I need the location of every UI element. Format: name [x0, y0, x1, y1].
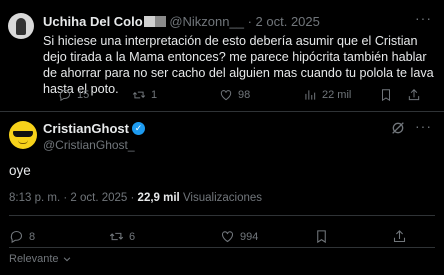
chevron-down-icon	[63, 257, 70, 262]
main-tweet: CristianGhost ✓ @CristianGhost_ ··· oye …	[0, 112, 444, 275]
bookmark-button[interactable]	[314, 229, 329, 244]
main-author-name[interactable]: CristianGhost	[43, 121, 129, 136]
sort-label: Relevante	[9, 253, 59, 265]
views-count: 22 mil	[322, 89, 352, 101]
reply-author-name[interactable]: Uchiha Del Colo	[43, 14, 143, 29]
sort-replies-dropdown[interactable]: Relevante	[9, 253, 72, 265]
repost-icon	[132, 91, 146, 99]
share-icon	[408, 89, 420, 101]
repost-button[interactable]: 6	[109, 229, 135, 244]
verified-badge-icon: ✓	[131, 122, 145, 135]
share-button[interactable]	[392, 229, 407, 244]
bookmark-icon	[317, 230, 326, 244]
separator-dot: ·	[63, 192, 68, 204]
redacted-block	[143, 16, 155, 27]
like-count: 994	[240, 230, 259, 243]
more-options-icon[interactable]: ···	[415, 118, 432, 134]
tweet-views-count: 22,9 mil	[137, 192, 180, 204]
repost-count: 1	[151, 89, 158, 101]
heart-icon	[221, 231, 234, 243]
bookmark-button[interactable]	[379, 88, 393, 102]
views-chart-icon	[305, 90, 316, 100]
repost-count: 6	[129, 230, 136, 243]
share-icon	[393, 230, 406, 243]
reply-date[interactable]: 2 oct. 2025	[256, 14, 320, 29]
like-button[interactable]: 98	[219, 88, 250, 102]
tweet-text: oye	[9, 163, 31, 178]
tweet-date[interactable]: 2 oct. 2025	[70, 192, 127, 204]
comment-icon	[10, 230, 22, 244]
reply-count: 8	[29, 230, 36, 243]
grok-icon[interactable]	[390, 120, 406, 136]
reply-author-avatar[interactable]	[8, 13, 34, 39]
share-button[interactable]	[407, 88, 421, 102]
reply-author-handle[interactable]: @Nikzonn__	[169, 14, 244, 29]
like-count: 98	[238, 89, 251, 101]
tweet-meta: 8:13 p. m. · 2 oct. 2025 · 22,9 mil Visu…	[9, 192, 262, 204]
separator-dot: ·	[247, 14, 252, 29]
tweet-time[interactable]: 8:13 p. m.	[9, 192, 60, 204]
heart-icon	[220, 90, 232, 101]
redacted-block	[154, 16, 166, 27]
like-button[interactable]: 994	[220, 229, 258, 244]
reply-tweet[interactable]: Uchiha Del Colo @Nikzonn__ · 2 oct. 2025…	[0, 0, 444, 112]
repost-button[interactable]: 1	[132, 88, 157, 102]
reply-button[interactable]: 15	[58, 88, 89, 102]
main-author-avatar[interactable]	[9, 121, 37, 149]
divider	[9, 215, 435, 216]
divider	[9, 247, 435, 248]
main-author-handle[interactable]: @CristianGhost_	[43, 138, 135, 152]
more-options-icon[interactable]: ···	[415, 10, 432, 26]
main-author-name-row: CristianGhost ✓	[43, 121, 145, 136]
separator-dot: ·	[130, 192, 135, 204]
reply-count: 15	[77, 89, 90, 101]
repost-icon	[109, 232, 124, 241]
reply-button[interactable]: 8	[9, 229, 35, 244]
tweet-views-label: Visualizaciones	[182, 192, 263, 204]
views-button[interactable]: 22 mil	[303, 88, 351, 102]
comment-icon	[59, 89, 71, 102]
bookmark-icon	[382, 89, 390, 102]
reply-header: Uchiha Del Colo @Nikzonn__ · 2 oct. 2025	[43, 14, 320, 29]
